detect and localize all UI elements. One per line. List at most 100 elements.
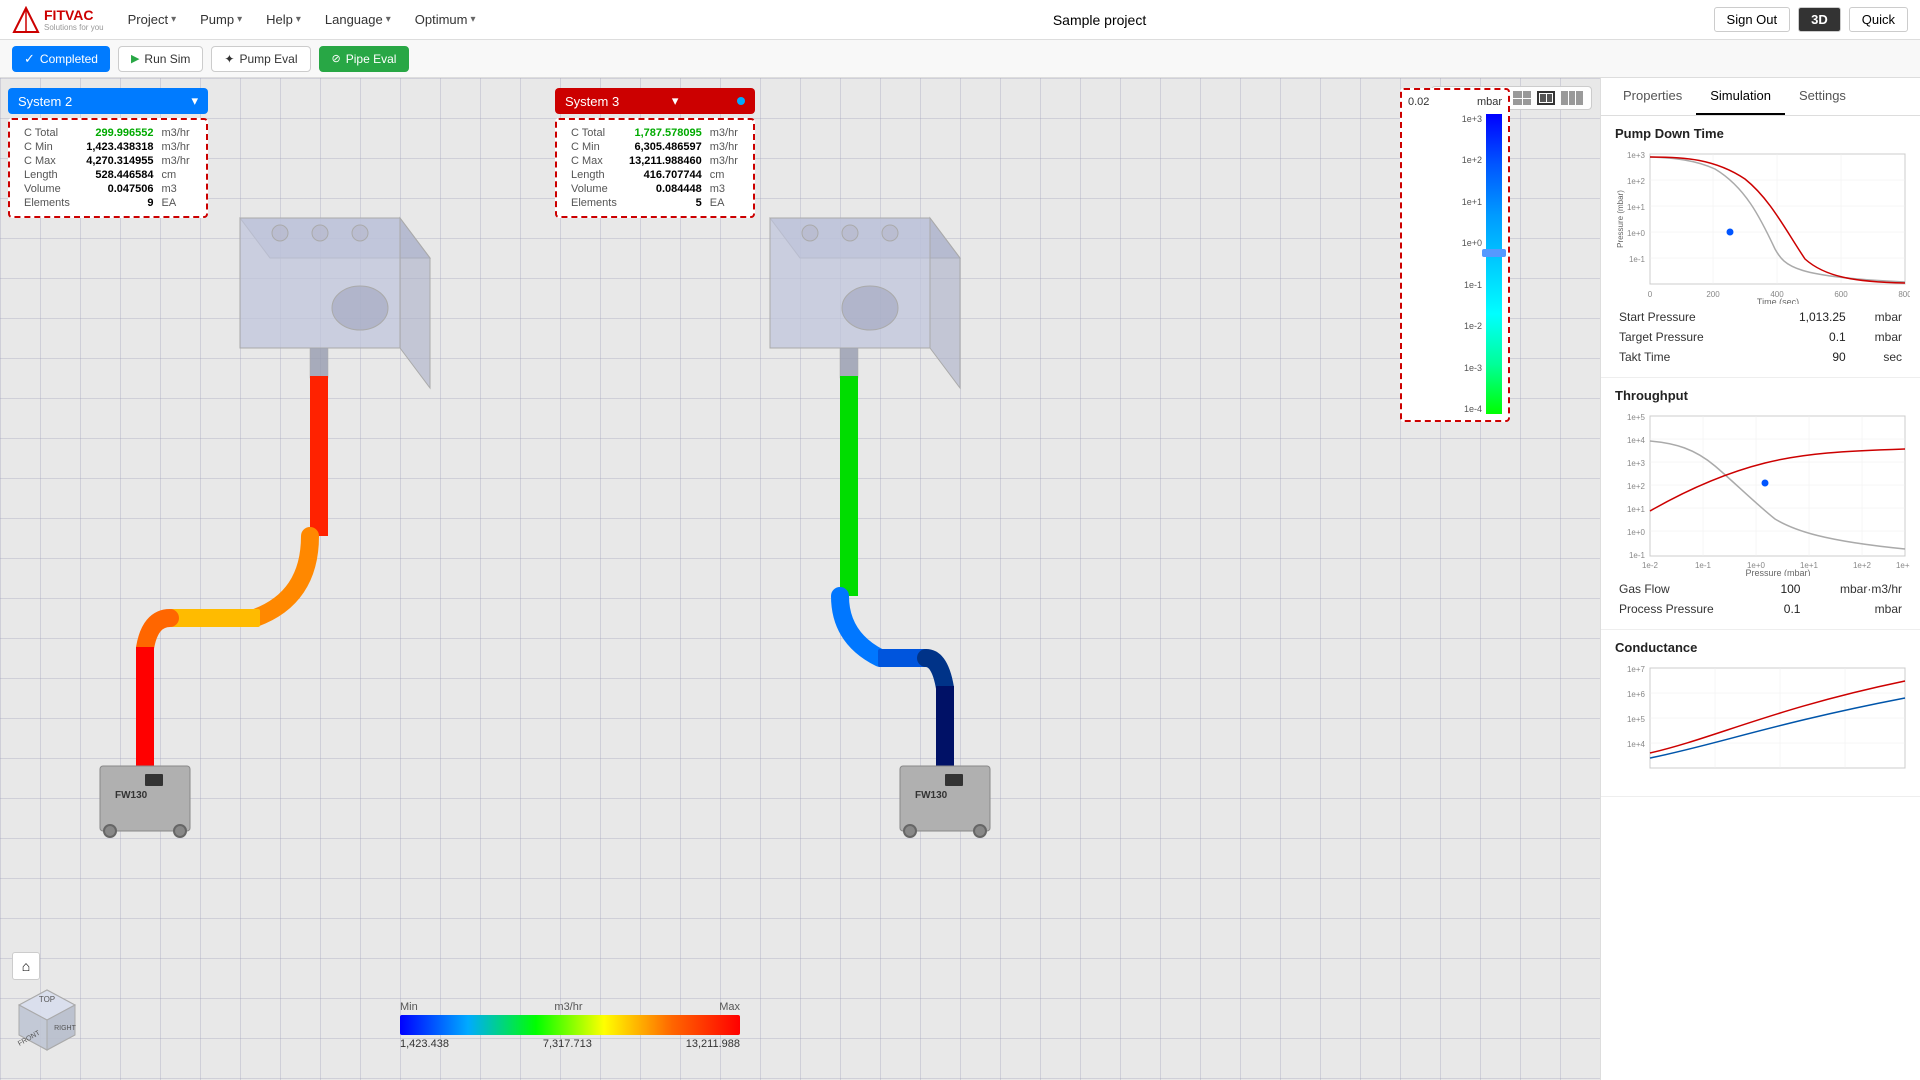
sign-out-button[interactable]: Sign Out <box>1714 7 1791 32</box>
color-bar-unit-label: m3/hr <box>554 1001 582 1013</box>
svg-text:1e+7: 1e+7 <box>1627 665 1646 674</box>
system-3-dropdown[interactable]: System 3 ▾ <box>555 88 755 114</box>
conductance-chart: 1e+7 1e+6 1e+5 1e+4 <box>1615 663 1910 783</box>
home-icon: ⌂ <box>22 958 30 974</box>
svg-text:1e+5: 1e+5 <box>1627 413 1646 422</box>
3d-view-area[interactable]: View Filter ▾ System 2 ▾ <box>0 78 1600 1080</box>
nav-pump[interactable]: Pump ▾ <box>190 8 252 31</box>
svg-text:800: 800 <box>1898 290 1910 299</box>
completed-button[interactable]: ✓ Completed <box>12 46 110 72</box>
conductance-section: Conductance 1e+7 1e+6 1e+5 1e+4 <box>1601 630 1920 797</box>
gas-flow-label: Gas Flow <box>1615 579 1764 599</box>
vs-bar <box>1486 114 1502 414</box>
c-min-row-3: C Min 6,305.486597 m3/hr <box>567 140 743 154</box>
takt-time-unit: sec <box>1850 347 1906 367</box>
system-3-dot <box>737 97 745 105</box>
throughput-section: Throughput 1e+5 <box>1601 378 1920 630</box>
vs-slider[interactable] <box>1482 249 1506 257</box>
color-bar-max-label: Max <box>719 1001 740 1013</box>
logo-subtext: Solutions for you <box>44 23 104 32</box>
pipe-eval-button[interactable]: ⊘ Pipe Eval <box>319 46 410 72</box>
pump-down-time-chart: 1e+3 1e+2 1e+1 1e+0 1e-1 0 200 400 600 8… <box>1615 149 1910 304</box>
throughput-properties: Gas Flow 100 mbar·m3/hr Process Pressure… <box>1615 579 1906 619</box>
chevron-down-icon: ▾ <box>171 14 176 25</box>
grid-view-icon[interactable] <box>1513 91 1531 105</box>
home-button[interactable]: ⌂ <box>12 952 40 980</box>
svg-text:1e+1: 1e+1 <box>1627 505 1646 514</box>
svg-text:1e-1: 1e-1 <box>1629 551 1646 560</box>
nav-right-actions: Sign Out 3D Quick <box>1714 7 1908 32</box>
tab-settings[interactable]: Settings <box>1785 78 1860 115</box>
color-bar-min-value: 1,423.438 <box>400 1038 449 1050</box>
view-quick-button[interactable]: Quick <box>1849 7 1908 32</box>
right-panel-tabs: Properties Simulation Settings <box>1601 78 1920 116</box>
nav-help[interactable]: Help ▾ <box>256 8 311 31</box>
pipe-system-right-svg: FW130 <box>610 198 1040 898</box>
chevron-down-icon: ▾ <box>386 14 391 25</box>
takt-time-row: Takt Time 90 sec <box>1615 347 1906 367</box>
svg-text:1e+5: 1e+5 <box>1627 715 1646 724</box>
process-pressure-label: Process Pressure <box>1615 599 1764 619</box>
check-icon: ✓ <box>24 51 35 67</box>
process-pressure-row: Process Pressure 0.1 mbar <box>1615 599 1906 619</box>
throughput-title: Throughput <box>1615 388 1906 403</box>
vs-value: 0.02 <box>1408 96 1429 108</box>
svg-text:1e+2: 1e+2 <box>1627 177 1646 186</box>
svg-text:1e-2: 1e-2 <box>1642 561 1659 570</box>
color-bar-title: Min m3/hr Max <box>400 1001 740 1013</box>
three-col-view-icon[interactable] <box>1561 91 1583 105</box>
start-pressure-row: Start Pressure 1,013.25 mbar <box>1615 307 1906 327</box>
svg-text:FW130: FW130 <box>915 790 948 801</box>
gas-flow-unit: mbar·m3/hr <box>1804 579 1906 599</box>
svg-text:1e-1: 1e-1 <box>1695 561 1712 570</box>
project-title: Sample project <box>490 12 1710 28</box>
target-pressure-unit: mbar <box>1850 327 1906 347</box>
nav-language[interactable]: Language ▾ <box>315 8 401 31</box>
c-max-row: C Max 4,270.314955 m3/hr <box>20 154 196 168</box>
vs-bar-container: 1e+3 1e+2 1e+1 1e+0 1e-1 1e-2 1e-3 1e-4 <box>1462 114 1502 414</box>
right-panel: Properties Simulation Settings Pump Down… <box>1600 78 1920 1080</box>
tab-properties[interactable]: Properties <box>1609 78 1696 115</box>
c-max-row-3: C Max 13,211.988460 m3/hr <box>567 154 743 168</box>
svg-text:600: 600 <box>1834 290 1848 299</box>
svg-text:1e+6: 1e+6 <box>1627 690 1646 699</box>
color-bar-container: Min m3/hr Max 1,423.438 7,317.713 13,211… <box>400 1001 740 1050</box>
svg-text:1e+0: 1e+0 <box>1627 229 1646 238</box>
vs-unit: mbar <box>1477 96 1502 108</box>
two-col-view-icon[interactable] <box>1537 91 1555 105</box>
color-bar-max-value: 13,211.988 <box>686 1038 740 1050</box>
conductance-title: Conductance <box>1615 640 1906 655</box>
nav-optimum[interactable]: Optimum ▾ <box>405 8 486 31</box>
system-2-label: System 2 <box>18 94 72 109</box>
gas-flow-value: 100 <box>1764 579 1805 599</box>
svg-text:1e+0: 1e+0 <box>1627 528 1646 537</box>
svg-text:1e+4: 1e+4 <box>1627 740 1646 749</box>
svg-text:1e+3: 1e+3 <box>1896 561 1910 570</box>
volume-row: Volume 0.047506 m3 <box>20 182 196 196</box>
c-total-row-3: C Total 1,787.578095 m3/hr <box>567 126 743 140</box>
c-total-row: C Total 299.996552 m3/hr <box>20 126 196 140</box>
chevron-down-icon: ▾ <box>296 14 301 25</box>
c-min-row: C Min 1,423.438318 m3/hr <box>20 140 196 154</box>
view-3d-button[interactable]: 3D <box>1798 7 1841 32</box>
length-row-3: Length 416.707744 cm <box>567 168 743 182</box>
logo-text: FITVAC <box>44 7 104 23</box>
throughput-chart: 1e+5 1e+4 1e+3 1e+2 1e+1 1e+0 1e-1 1e-2 … <box>1615 411 1910 576</box>
vertical-scale: 0.02 mbar 1e+3 1e+2 1e+1 1e+0 1e-1 1e-2 … <box>1400 88 1510 422</box>
chevron-down-icon: ▾ <box>237 14 242 25</box>
main-content: View Filter ▾ System 2 ▾ <box>0 78 1920 1080</box>
nav-cube: TOP RIGHT FRONT <box>10 985 85 1060</box>
run-sim-button[interactable]: ▶ Run Sim <box>118 46 203 72</box>
process-pressure-value: 0.1 <box>1764 599 1805 619</box>
svg-text:0: 0 <box>1648 290 1653 299</box>
system-2-dropdown[interactable]: System 2 ▾ <box>8 88 208 114</box>
svg-text:RIGHT: RIGHT <box>54 1025 77 1032</box>
toolbar: ✓ Completed ▶ Run Sim ✦ Pump Eval ⊘ Pipe… <box>0 40 1920 78</box>
svg-text:Time (sec): Time (sec) <box>1757 297 1799 304</box>
pipe-system-left-svg: FW130 <box>80 198 510 898</box>
tab-simulation[interactable]: Simulation <box>1696 78 1785 115</box>
system-3-label: System 3 <box>565 94 619 109</box>
pump-eval-button[interactable]: ✦ Pump Eval <box>211 46 310 72</box>
color-bar-min-label: Min <box>400 1001 418 1013</box>
nav-project[interactable]: Project ▾ <box>118 8 187 31</box>
